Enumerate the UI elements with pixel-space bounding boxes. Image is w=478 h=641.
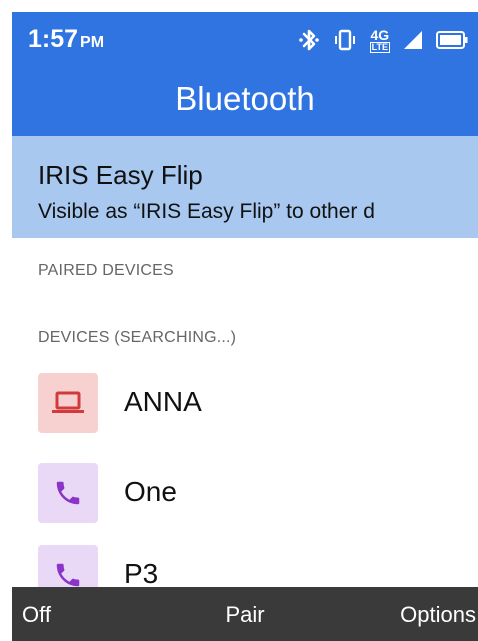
status-bar: 1:57 PM 4G LTE xyxy=(12,12,478,72)
vibrate-icon xyxy=(334,29,355,51)
time-text: 1:57 xyxy=(28,25,79,53)
page-title: Bluetooth xyxy=(175,80,315,117)
status-time: 1:57 PM xyxy=(28,25,104,54)
header: Bluetooth xyxy=(12,72,478,136)
device-item-anna[interactable]: ANNA xyxy=(38,373,468,433)
device-label: One xyxy=(124,476,177,507)
battery-icon xyxy=(436,31,468,49)
network-type-sub: LTE xyxy=(369,41,390,53)
phone-icon xyxy=(38,463,98,523)
signal-icon xyxy=(404,31,422,49)
status-icons: 4G LTE xyxy=(298,26,468,54)
paired-devices-header: PAIRED DEVICES xyxy=(38,262,174,279)
laptop-icon xyxy=(38,373,98,433)
device-label: ANNA xyxy=(124,386,202,417)
network-type-icon: 4G LTE xyxy=(369,26,390,53)
device-item-one[interactable]: One xyxy=(38,463,468,523)
softkey-bar: Off Pair Options xyxy=(12,587,478,641)
this-device-visibility: Visible as “IRIS Easy Flip” to other d xyxy=(38,200,375,223)
softkey-right-options[interactable]: Options xyxy=(400,602,476,628)
available-devices-header: DEVICES (SEARCHING...) xyxy=(38,329,237,346)
network-type: 4G xyxy=(370,26,390,43)
time-ampm: PM xyxy=(80,34,105,51)
this-device-name: IRIS Easy Flip xyxy=(38,160,203,190)
bluetooth-icon xyxy=(298,29,319,51)
this-device-item[interactable]: IRIS Easy Flip Visible as “IRIS Easy Fli… xyxy=(12,136,478,238)
device-label: P3 xyxy=(124,558,159,589)
